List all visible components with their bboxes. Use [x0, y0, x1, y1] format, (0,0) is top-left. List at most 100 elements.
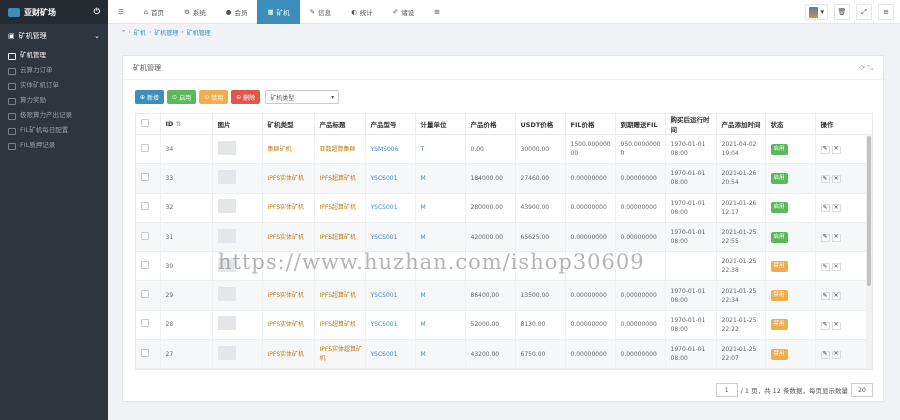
cell-type: IPFS实体矿机 [262, 339, 315, 369]
row-checkbox[interactable] [136, 251, 161, 282]
status-badge[interactable]: 禁用 [770, 290, 788, 302]
table-row[interactable]: 31 IPFS实体矿机 IPFS超算矿机 YSCS001 M 420000.00 65625… [136, 222, 872, 253]
breadcrumb-item[interactable]: 矿机管理 [154, 28, 178, 37]
cell-unit: M [415, 310, 466, 341]
edit-icon[interactable]: ✎ [820, 145, 830, 154]
cell-actions: ✎ ✕ [815, 339, 872, 369]
edit-icon[interactable]: ✎ [820, 263, 830, 272]
table-row[interactable]: 34 集群矿机 亚数超算集群 YSMS006 T 0.00 30000.00 1500.000… [136, 134, 872, 165]
table-row[interactable]: 32 IPFS实体矿机 IPFS超算矿机 YSCS001 M 280000.00 43900… [136, 193, 872, 223]
thumbnail-image[interactable] [217, 228, 236, 243]
user-menu[interactable]: ▾ [805, 4, 828, 20]
breadcrumb-item[interactable]: 矿机管理 [187, 28, 211, 37]
fullscreen-icon[interactable]: ⤢ [856, 4, 872, 20]
cell-run-time: 1970-01-01 08:00 [665, 280, 717, 311]
edit-icon[interactable]: ✎ [820, 233, 830, 242]
row-checkbox[interactable] [136, 339, 161, 369]
wrench-icon: ✎ [309, 7, 316, 16]
thumbnail-image[interactable] [217, 345, 236, 360]
col-id[interactable]: ID ⇅ [160, 114, 213, 135]
close-icon[interactable]: ✕ [831, 321, 841, 330]
menu-icon[interactable]: ≡ [878, 4, 894, 20]
edit-icon[interactable]: ✎ [820, 350, 830, 359]
cell-fil: 0.00000000 [565, 310, 616, 341]
sidebar-item-output-records[interactable]: 极限算力产出记录 [8, 108, 108, 123]
power-icon[interactable]: ⏻ [94, 7, 100, 17]
add-button[interactable]: ⊕ 新增 [135, 90, 165, 104]
cell-gift: 0.00000000 [615, 163, 666, 194]
breadcrumb-item[interactable]: 矿机 [134, 28, 146, 37]
cell-type: IPFS实体矿机 [262, 280, 315, 311]
edit-icon[interactable]: ✎ [820, 292, 830, 301]
sidebar-item-machine-manage[interactable]: 矿机管理 [8, 48, 108, 63]
close-icon[interactable]: ✕ [831, 175, 841, 184]
status-badge[interactable]: 禁用 [770, 319, 788, 331]
sidebar-item-hashrate-reward[interactable]: 算力奖励 [8, 93, 108, 108]
close-icon[interactable]: ✕ [831, 145, 841, 154]
table-row[interactable]: 28 IPFS实体矿机 IPFS超算矿机 YSCS001 M 52000.00 8130.0… [136, 310, 872, 341]
row-checkbox[interactable] [136, 193, 161, 223]
pager-text: / 1 页，共 12 条数据，每页显示数量 [740, 387, 848, 395]
thumbnail-image[interactable] [217, 287, 236, 302]
nav-members[interactable]: ● 会员 [216, 0, 258, 24]
status-badge[interactable]: 启用 [770, 143, 788, 155]
delete-button[interactable]: ⊖ 删除 [231, 90, 261, 104]
cell-status: 启用 [765, 193, 816, 223]
table-row[interactable]: 29 IPFS实体矿机 IPFS超算矿机 YSCS001 M 86400.00 13500.… [136, 280, 872, 311]
close-icon[interactable]: ✕ [831, 204, 841, 213]
sidebar-item-fil-pledge[interactable]: FIL质押记录 [8, 138, 108, 153]
sidebar-item-cloud-orders[interactable]: 云算力订单 [8, 63, 108, 78]
nav-info[interactable]: ✎ 信息 [300, 0, 341, 24]
close-icon[interactable]: ✕ [831, 233, 841, 242]
refresh-icon[interactable]: ⟳ [859, 64, 865, 72]
status-badge[interactable]: 禁用 [770, 260, 788, 272]
nav-machines[interactable]: ▦ 矿机 [257, 0, 300, 24]
edit-icon[interactable]: ✎ [820, 321, 830, 330]
row-checkbox[interactable] [136, 280, 161, 311]
machine-type-select[interactable]: 矿机类型 ▾ [265, 90, 340, 104]
cell-status: 禁用 [765, 339, 816, 369]
nav-settings[interactable]: ✐ 诸设 [383, 0, 424, 24]
edit-icon[interactable]: ✎ [820, 175, 830, 184]
expand-icon[interactable]: ⤡ [867, 64, 873, 72]
thumbnail-image[interactable] [217, 169, 236, 184]
status-badge[interactable]: 启用 [770, 202, 788, 214]
row-checkbox[interactable] [136, 163, 161, 194]
nav-apps-icon[interactable]: ⊞ [424, 0, 449, 24]
trash-icon[interactable]: 🗑 [834, 4, 850, 20]
nav-home[interactable]: ⌂ 首页 [134, 0, 174, 24]
menu-toggle-icon[interactable]: ☰ [108, 0, 134, 24]
logo[interactable]: 亚财矿场 ⏻ [0, 0, 108, 24]
table-row[interactable]: 33 IPFS实体矿机 IPFS超算矿机 YSCS001 M 184000.00 27460… [136, 163, 872, 194]
status-badge[interactable]: 禁用 [770, 348, 788, 360]
thumbnail-image[interactable] [217, 316, 236, 331]
thumbnail-image[interactable] [217, 199, 236, 214]
close-icon[interactable]: ✕ [831, 263, 841, 272]
disable-button[interactable]: ⊙ 禁用 [199, 90, 229, 104]
status-badge[interactable]: 启用 [770, 231, 788, 243]
cell-actions: ✎ ✕ [815, 193, 872, 223]
per-page-select[interactable]: 20 [851, 383, 873, 397]
status-badge[interactable]: 启用 [770, 172, 788, 184]
cell-gift: 0.00000000 [615, 339, 666, 369]
enable-button[interactable]: ⊙ 启用 [167, 90, 197, 104]
sidebar-section-header[interactable]: ▣ 矿机管理 ⌄ [0, 24, 108, 48]
cell-actions: ✎ ✕ [815, 222, 872, 253]
sidebar-item-physical-orders[interactable]: 实体矿机订单 [8, 78, 108, 93]
close-icon[interactable]: ✕ [831, 350, 841, 359]
row-checkbox[interactable] [136, 134, 161, 165]
edit-icon[interactable]: ✎ [820, 204, 830, 213]
table-row[interactable]: 27 IPFS实体矿机 IPFS实体超算矿机 YSCS001 M 43200.00 6750… [136, 339, 872, 369]
select-all-checkbox[interactable] [136, 114, 161, 135]
nav-stats[interactable]: ◐ 统计 [341, 0, 383, 24]
cell-id: 31 [160, 222, 213, 253]
row-checkbox[interactable] [136, 310, 161, 341]
thumbnail-image[interactable] [217, 140, 236, 155]
sidebar-submenu: 矿机管理 云算力订单 实体矿机订单 算力奖励 极限算力产出记录 FIL矿机每日配… [0, 48, 108, 153]
nav-system[interactable]: ⚙ 系统 [174, 0, 216, 24]
sidebar-item-fil-daily-config[interactable]: FIL矿机每日配置 [8, 123, 108, 138]
page-input[interactable]: 1 [715, 383, 738, 397]
table-scrollbar[interactable] [866, 134, 872, 369]
row-checkbox[interactable] [136, 222, 161, 253]
close-icon[interactable]: ✕ [831, 292, 841, 301]
